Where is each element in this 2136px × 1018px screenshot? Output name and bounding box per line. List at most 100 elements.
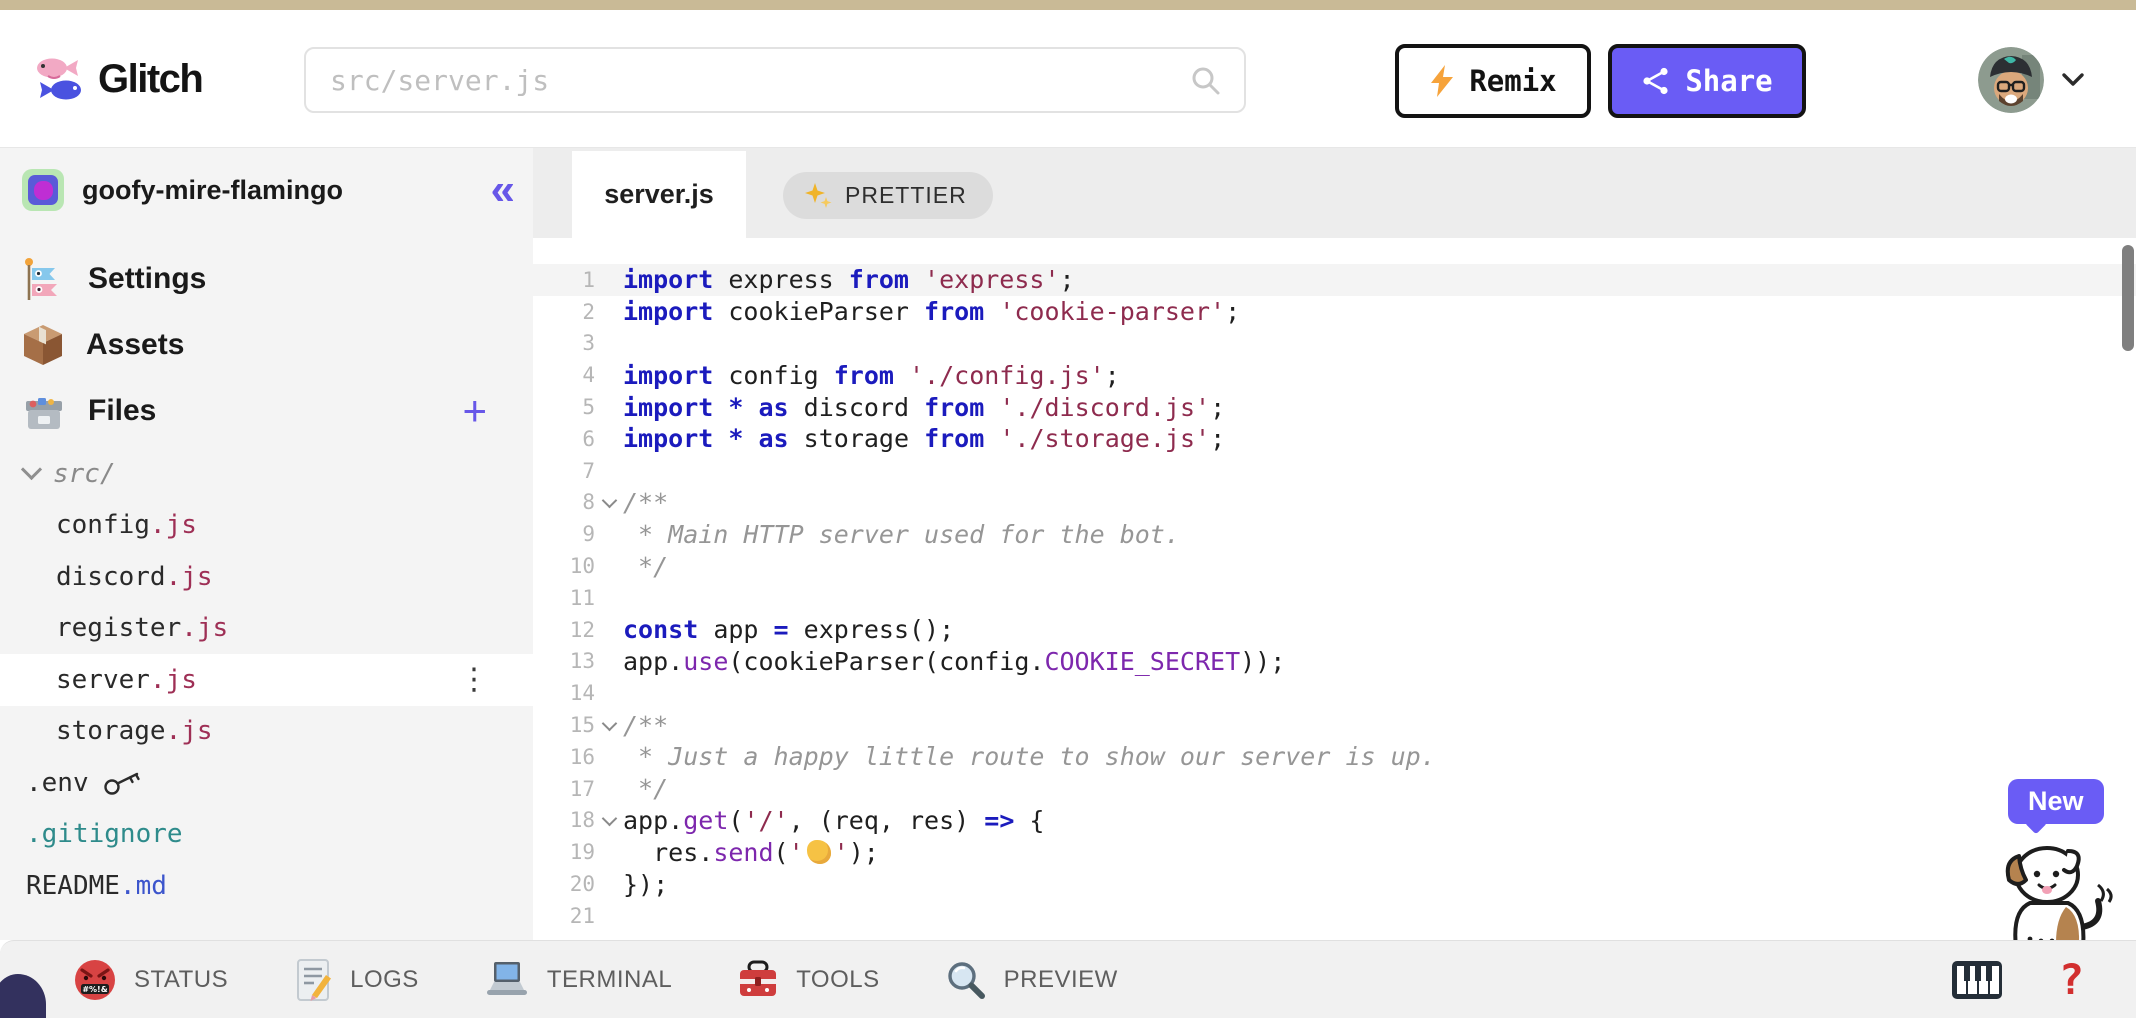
file-search-input[interactable] (328, 62, 1188, 98)
code-line-1[interactable]: 1 import express from 'express'; (533, 264, 2136, 296)
bottom-toolbar: #%!& STATUS LOGS TERMINAL TOOLS PREVIEW ? (0, 940, 2136, 1018)
toolbar-preview-button[interactable]: PREVIEW (944, 958, 1118, 1002)
file-search-box[interactable] (304, 47, 1246, 113)
file-options-kebab-button[interactable]: ⋮ (459, 662, 489, 697)
fold-caret-icon[interactable] (601, 492, 617, 509)
code-line-9[interactable]: 9 * Main HTTP server used for the bot. (533, 518, 2136, 550)
avatar[interactable] (1978, 47, 2044, 113)
file-extension: .js (149, 664, 197, 695)
share-button-label: Share (1685, 64, 1773, 98)
prettier-label: PRETTIER (845, 182, 967, 208)
file-README.md[interactable]: README .md (0, 860, 533, 912)
code-line-text[interactable]: import config from './config.js'; (623, 361, 1120, 390)
chevron-down-icon (2060, 71, 2086, 89)
code-line-text[interactable]: * Just a happy little route to show our … (623, 742, 1436, 771)
code-line-text[interactable]: res.send(' '); (623, 838, 879, 867)
sidebar-item-assets[interactable]: Assets (0, 312, 533, 378)
code-line-text[interactable]: import express from 'express'; (623, 265, 1075, 294)
file-src[interactable]: src/ (0, 448, 533, 500)
toolbar-tools-button[interactable]: TOOLS (736, 958, 879, 1002)
line-number: 6 (582, 426, 595, 451)
code-line-14[interactable]: 14 (533, 677, 2136, 709)
line-number: 10 (569, 554, 595, 579)
file-server.js[interactable]: server .js ⋮ (0, 654, 533, 706)
file-config.js[interactable]: config .js (0, 500, 533, 552)
code-line-text[interactable]: import * as discord from './discord.js'; (623, 393, 1225, 422)
code-line-3[interactable]: 3 (533, 328, 2136, 360)
code-line-6[interactable]: 6 import * as storage from './storage.js'… (533, 423, 2136, 455)
code-line-text[interactable]: /** (623, 711, 668, 740)
project-avatar[interactable] (22, 169, 64, 211)
line-number: 19 (569, 840, 595, 865)
code-line-text[interactable]: */ (623, 552, 668, 581)
code-line-text[interactable]: const app = express(); (623, 615, 954, 644)
code-line-15[interactable]: 15 /** (533, 709, 2136, 741)
collapse-sidebar-button[interactable]: « (491, 168, 515, 212)
code-line-17[interactable]: 17 */ (533, 773, 2136, 805)
tab-bar: server.js PRETTIER (533, 148, 2136, 238)
code-line-18[interactable]: 18 app.get('/', (req, res) => { (533, 805, 2136, 837)
tools-icon (736, 958, 780, 1002)
share-button[interactable]: Share (1608, 44, 1806, 118)
code-line-text[interactable]: app.get('/', (req, res) => { (623, 806, 1044, 835)
glitch-logo[interactable]: Glitch (30, 46, 204, 112)
sidebar-item-settings[interactable]: Settings (0, 246, 533, 312)
toolbar-status-button[interactable]: #%!& STATUS (72, 957, 228, 1003)
toolbar-label: STATUS (134, 965, 229, 993)
search-icon (1188, 63, 1222, 97)
code-line-2[interactable]: 2 import cookieParser from 'cookie-parser… (533, 296, 2136, 328)
code-line-13[interactable]: 13 app.use(cookieParser(config.COOKIE_SEC… (533, 646, 2136, 678)
user-menu-button[interactable] (1978, 47, 2086, 113)
file-storage.js[interactable]: storage .js (0, 706, 533, 758)
code-line-text[interactable]: import * as storage from './storage.js'; (623, 424, 1225, 453)
file-dot-gitignore[interactable]: .gitignore (0, 809, 533, 861)
code-line-text[interactable]: */ (623, 774, 668, 803)
toolbar-logs-button[interactable]: LOGS (292, 957, 419, 1003)
file-register.js[interactable]: register .js (0, 603, 533, 655)
line-number: 16 (569, 744, 595, 769)
file-name: discord (56, 561, 166, 592)
line-number: 5 (582, 395, 595, 420)
whats-new-mascot[interactable]: New (1978, 779, 2136, 959)
code-line-20[interactable]: 20}); (533, 868, 2136, 900)
code-line-12[interactable]: 12 const app = express(); (533, 614, 2136, 646)
code-line-text[interactable]: }); (623, 870, 668, 899)
prettier-button[interactable]: PRETTIER (783, 172, 993, 219)
editor-pane: server.js PRETTIER 1 import express from … (533, 148, 2136, 940)
fold-caret-icon[interactable] (601, 810, 617, 827)
line-number: 8 (582, 490, 595, 515)
code-line-8[interactable]: 8 /** (533, 487, 2136, 519)
code-line-19[interactable]: 19 res.send(' '); (533, 836, 2136, 868)
code-line-21[interactable]: 21 (533, 900, 2136, 932)
code-line-text[interactable]: * Main HTTP server used for the bot. (623, 520, 1180, 549)
code-line-text[interactable]: import cookieParser from 'cookie-parser'… (623, 297, 1240, 326)
piano-button[interactable] (1951, 960, 2003, 1000)
add-file-button[interactable]: + (462, 390, 487, 432)
sidebar-nav: Settings Assets Files + (0, 246, 533, 444)
code-line-text[interactable]: /** (623, 488, 668, 517)
sidebar-item-label: Files (88, 394, 157, 427)
new-badge[interactable]: New (2008, 779, 2104, 824)
code-line-16[interactable]: 16 * Just a happy little route to show o… (533, 741, 2136, 773)
share-icon (1641, 66, 1671, 96)
file-dot-env[interactable]: .env (0, 757, 533, 809)
code-line-11[interactable]: 11 (533, 582, 2136, 614)
file-extension: .js (165, 561, 213, 592)
project-name[interactable]: goofy-mire-flamingo (82, 175, 343, 206)
code-line-5[interactable]: 5 import * as discord from './discord.js'… (533, 391, 2136, 423)
code-line-4[interactable]: 4 import config from './config.js'; (533, 359, 2136, 391)
key-icon (103, 770, 143, 796)
remix-button[interactable]: Remix (1395, 44, 1591, 118)
editor-scrollbar-thumb[interactable] (2122, 245, 2134, 351)
code-line-10[interactable]: 10 */ (533, 550, 2136, 582)
fold-caret-icon[interactable] (601, 715, 617, 731)
help-button[interactable]: ? (2059, 955, 2084, 1004)
toolbar-terminal-button[interactable]: TERMINAL (483, 958, 672, 1002)
tab-server-js[interactable]: server.js (572, 151, 746, 238)
code-line-text[interactable]: app.use(cookieParser(config.COOKIE_SECRE… (623, 647, 1285, 676)
code-line-7[interactable]: 7 (533, 455, 2136, 487)
code-editor[interactable]: 1 import express from 'express'; 2 import c… (533, 238, 2136, 940)
sidebar-item-files[interactable]: Files + (0, 378, 533, 444)
folder-chevron-down-icon[interactable] (20, 459, 43, 481)
file-discord.js[interactable]: discord .js (0, 551, 533, 603)
